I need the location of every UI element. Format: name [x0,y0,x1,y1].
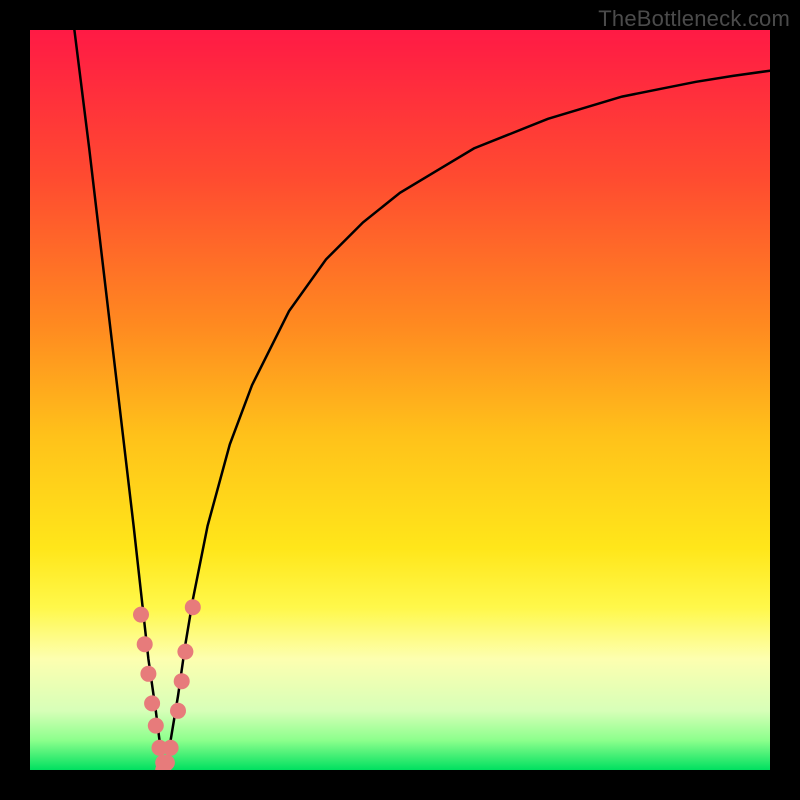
highlight-dot [137,636,153,652]
watermark-text: TheBottleneck.com [598,6,790,32]
highlight-dot [185,599,201,615]
highlight-dot [133,607,149,623]
highlight-dot [163,740,179,756]
highlight-dot [140,666,156,682]
chart-frame: TheBottleneck.com [0,0,800,800]
highlight-dot [144,695,160,711]
curve-right-branch [167,71,770,770]
highlight-dot [170,703,186,719]
plot-area [30,30,770,770]
curve-layer [30,30,770,770]
highlight-dot [159,755,175,770]
highlight-dot [177,644,193,660]
curve-left-branch [74,30,163,770]
highlight-dot [174,673,190,689]
highlight-dot [148,718,164,734]
